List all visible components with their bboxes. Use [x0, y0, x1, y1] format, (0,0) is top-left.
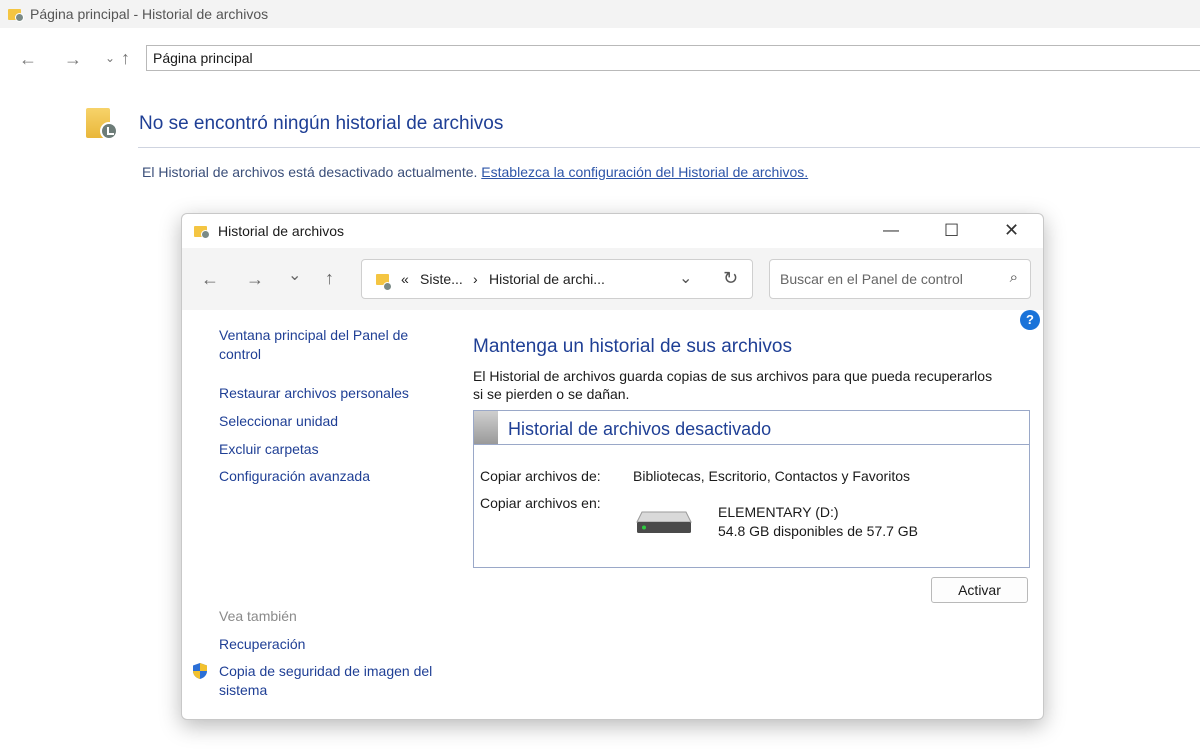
forward-arrow-icon[interactable]: → [246, 270, 264, 288]
sidebar-item-advanced-settings[interactable]: Configuración avanzada [219, 467, 370, 486]
background-title-bar: Página principal - Historial de archivos [0, 0, 1200, 28]
settings-link[interactable]: Establezca la configuración del Historia… [481, 164, 808, 180]
breadcrumb-prefix: « [401, 271, 409, 287]
close-icon[interactable]: ✕ [1004, 220, 1019, 241]
sidebar-item-select-drive[interactable]: Seleccionar unidad [219, 412, 338, 431]
status-title: Historial de archivos desactivado [508, 419, 772, 439]
search-input[interactable]: Buscar en el Panel de control ⌕ [769, 259, 1031, 299]
background-address-bar[interactable]: Página principal [146, 45, 1200, 71]
see-also-label: Vea también [219, 608, 297, 624]
up-arrow-icon[interactable]: ↑ [325, 269, 334, 287]
file-history-dialog: Historial de archivos — ☐ ✕ ← → ⌄ ↑ « Si… [181, 213, 1044, 720]
dialog-title-bar: Historial de archivos [182, 214, 1043, 248]
sidebar-item-control-panel[interactable]: Ventana principal del Panel de control [219, 326, 439, 364]
background-window-title: Página principal - Historial de archivos [30, 6, 269, 22]
address-bar[interactable]: « Siste... › Historial de archi... ⌄ ↻ [361, 259, 753, 299]
back-arrow-icon[interactable]: ← [19, 50, 37, 68]
drive-space: 54.8 GB disponibles de 57.7 GB [718, 523, 919, 539]
see-also-system-image-backup[interactable]: Copia de seguridad de imagen del sistema [219, 662, 449, 700]
background-info: El Historial de archivos está desactivad… [142, 164, 808, 180]
dialog-title: Historial de archivos [218, 223, 345, 239]
sidebar-item-restore[interactable]: Restaurar archivos personales [219, 384, 409, 403]
background-info-text: El Historial de archivos está desactivad… [142, 164, 478, 180]
hard-drive-icon [636, 511, 692, 533]
background-divider [138, 147, 1200, 148]
uac-shield-icon [193, 663, 207, 679]
file-history-icon [376, 271, 392, 291]
copy-from-label: Copiar archivos de: [480, 468, 601, 484]
address-dropdown-icon[interactable]: ⌄ [679, 268, 692, 288]
minimize-icon[interactable]: — [883, 222, 899, 240]
breadcrumb-system[interactable]: Siste... [420, 271, 463, 287]
main-heading: Mantenga un historial de sus archivos [473, 336, 792, 357]
up-arrow-icon[interactable]: ↑ [121, 49, 130, 67]
sidebar-item-exclude-folders[interactable]: Excluir carpetas [219, 440, 319, 459]
refresh-icon[interactable]: ↻ [723, 268, 738, 289]
search-icon[interactable]: ⌕ [1010, 269, 1018, 286]
status-bar-indicator [474, 411, 498, 444]
file-history-icon [8, 6, 24, 22]
copy-from-value: Bibliotecas, Escritorio, Contactos y Fav… [633, 468, 910, 484]
breadcrumb-file-history[interactable]: Historial de archi... [489, 271, 605, 287]
help-icon[interactable]: ? [1020, 310, 1040, 330]
file-history-icon [194, 223, 210, 239]
maximize-icon[interactable]: ☐ [944, 221, 959, 241]
background-heading: No se encontró ningún historial de archi… [139, 113, 504, 134]
copy-to-label: Copiar archivos en: [480, 495, 601, 511]
activate-button[interactable]: Activar [931, 577, 1028, 603]
main-description: El Historial de archivos guarda copias d… [473, 368, 993, 402]
chevron-down-icon[interactable]: ⌄ [288, 268, 301, 284]
forward-arrow-icon[interactable]: → [64, 50, 82, 68]
see-also-recovery[interactable]: Recuperación [219, 635, 305, 654]
breadcrumb-separator: › [473, 271, 478, 287]
drive-name: ELEMENTARY (D:) [718, 504, 839, 520]
recent-locations-icon[interactable]: ⌄ [105, 52, 115, 64]
file-history-folder-icon [84, 104, 120, 140]
status-header: Historial de archivos desactivado [474, 411, 1029, 445]
search-placeholder: Buscar en el Panel de control [780, 271, 963, 287]
back-arrow-icon[interactable]: ← [201, 270, 219, 288]
status-panel: Historial de archivos desactivado Copiar… [473, 410, 1030, 568]
